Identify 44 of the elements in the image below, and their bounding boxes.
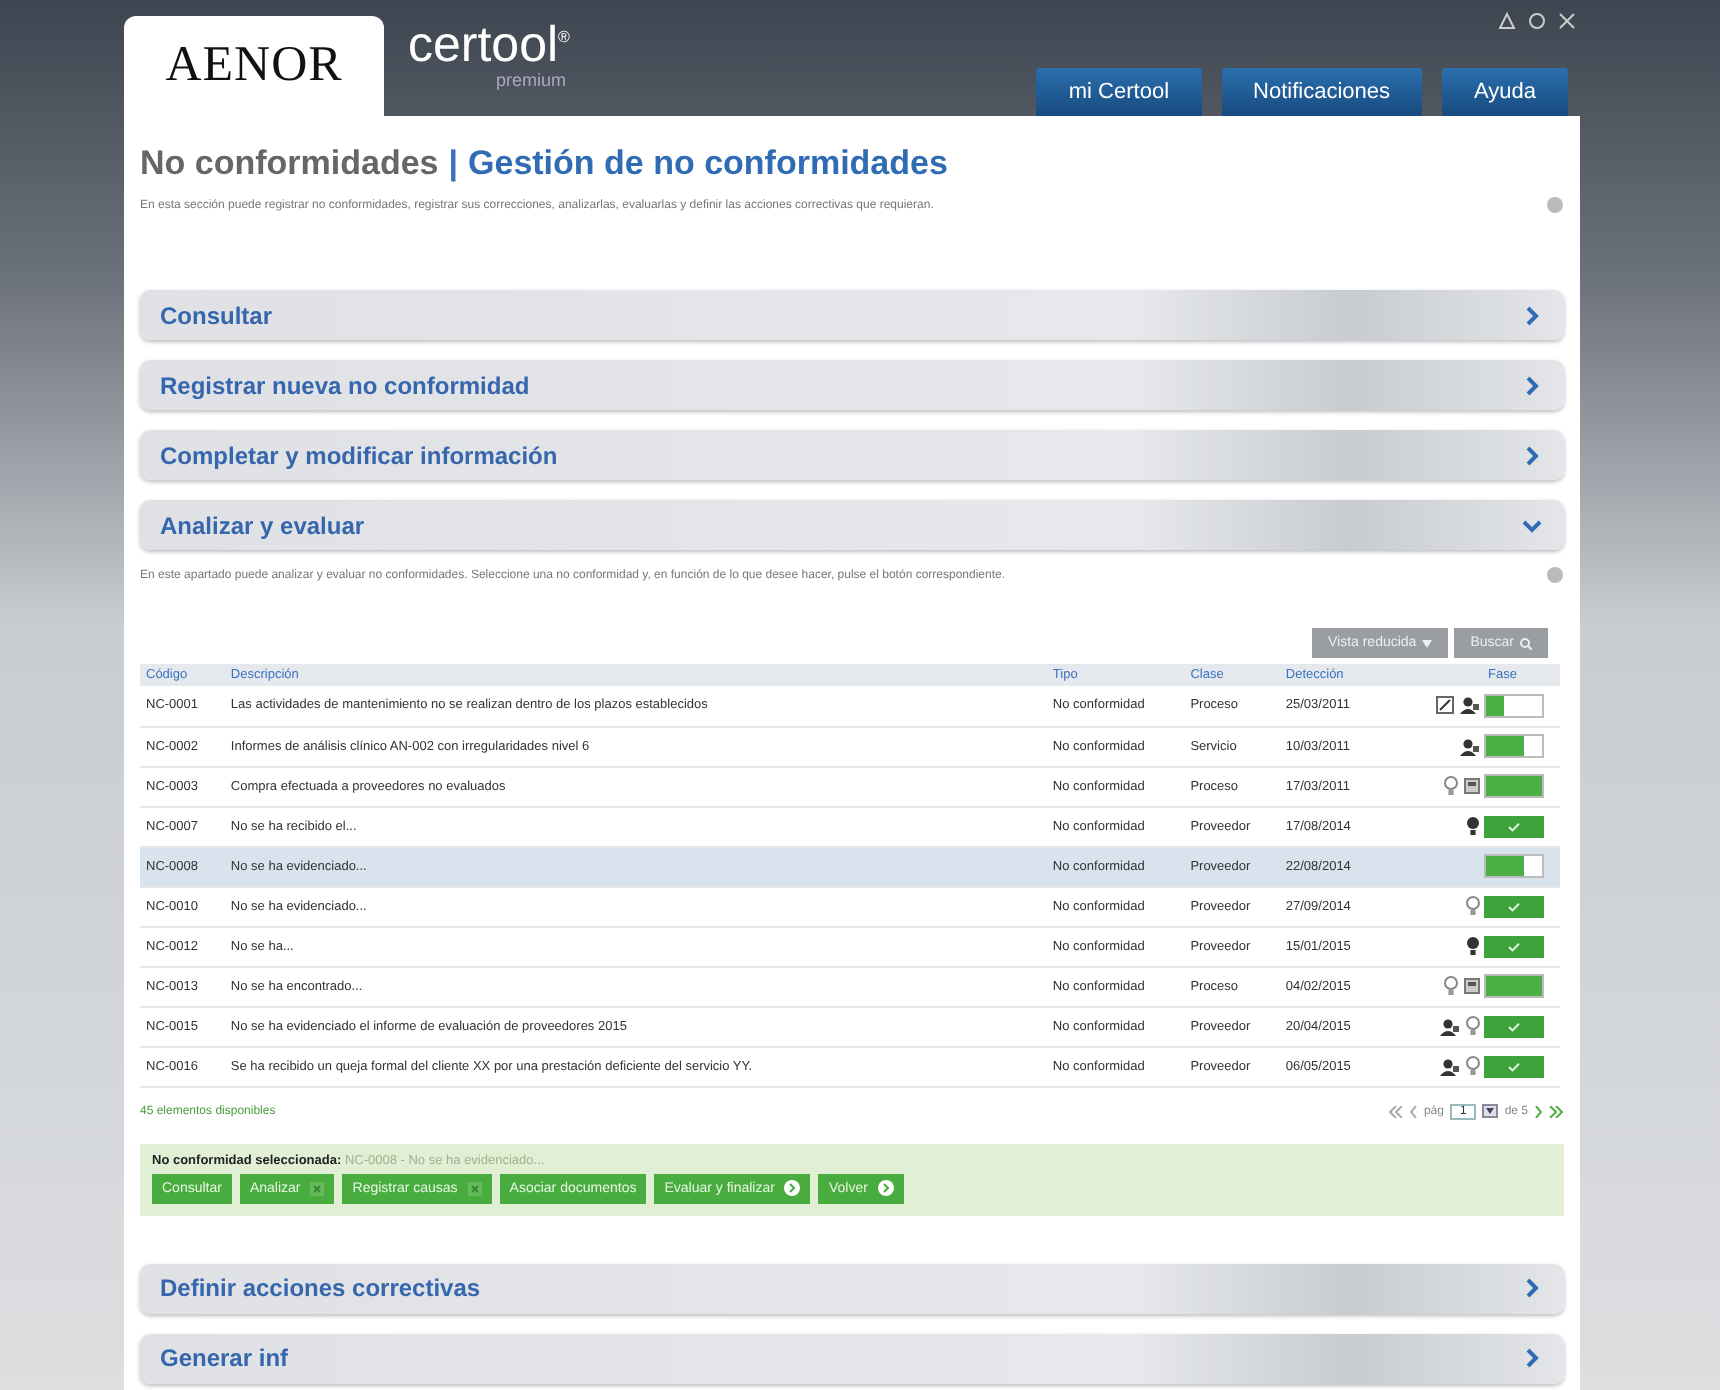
calculator-icon[interactable] xyxy=(1464,978,1480,994)
phase-complete-icon xyxy=(1484,1015,1544,1037)
person-icon[interactable] xyxy=(1440,1017,1460,1035)
lightbulb-icon[interactable] xyxy=(1466,816,1480,836)
page-title: No conformidades | Gestión de no conformidades xyxy=(140,144,950,184)
arrow-circle-icon xyxy=(784,1180,801,1196)
person-icon[interactable] xyxy=(1460,696,1480,715)
accordion-title: Definir acciones correctivas xyxy=(160,1274,481,1302)
accordion-title: Consultar xyxy=(160,301,273,329)
accordion-header[interactable]: Analizar y evaluar xyxy=(140,500,1564,550)
brand-subtitle: premium xyxy=(496,70,569,91)
edit-icon[interactable] xyxy=(1436,696,1454,715)
caret-icon xyxy=(1422,639,1433,647)
last-page-icon[interactable] xyxy=(1548,1105,1564,1117)
nav-tab[interactable]: mi Certool xyxy=(1036,68,1202,116)
phase-complete-icon xyxy=(1484,895,1544,917)
search-icon xyxy=(1520,637,1532,649)
nav-tab[interactable]: Notificaciones xyxy=(1221,68,1422,116)
phase-complete-icon xyxy=(1484,935,1544,957)
logo: AENOR xyxy=(124,16,384,116)
close-icon[interactable] xyxy=(1558,12,1576,30)
lightbulb-icon[interactable] xyxy=(1466,936,1480,956)
accordion-title: Analizar y evaluar xyxy=(160,511,365,539)
brand-name: certool$^{®}$ xyxy=(408,14,570,71)
accordion-header[interactable]: Consultar xyxy=(140,290,1564,340)
close-icon xyxy=(310,1181,325,1195)
person-icon[interactable] xyxy=(1440,1057,1460,1075)
nav-tab[interactable]: Ayuda xyxy=(1442,68,1568,116)
accordion-title: Completar y modificar información xyxy=(160,441,558,469)
accordion-header[interactable]: Registrar nueva no conformidad xyxy=(140,360,1564,410)
person-icon[interactable] xyxy=(1460,737,1480,755)
accordion-header[interactable]: Completar y modificar información xyxy=(140,430,1564,480)
accordion-header[interactable]: Generar inf xyxy=(140,1333,1564,1383)
arrow-circle-icon xyxy=(877,1180,894,1196)
accordion-title: Generar inf xyxy=(160,1344,289,1372)
calculator-icon[interactable] xyxy=(1464,778,1480,794)
next-page-icon[interactable] xyxy=(1534,1105,1542,1117)
phase-complete-icon xyxy=(1484,1055,1544,1077)
table-cell xyxy=(1382,846,1482,886)
dropdown-icon[interactable] xyxy=(1482,1104,1499,1118)
accordion-header[interactable]: Definir acciones correctivas xyxy=(140,1263,1564,1313)
accordion-title: Registrar nueva no conformidad xyxy=(160,371,530,399)
phase-complete-icon xyxy=(1484,815,1544,837)
close-icon xyxy=(467,1181,482,1195)
